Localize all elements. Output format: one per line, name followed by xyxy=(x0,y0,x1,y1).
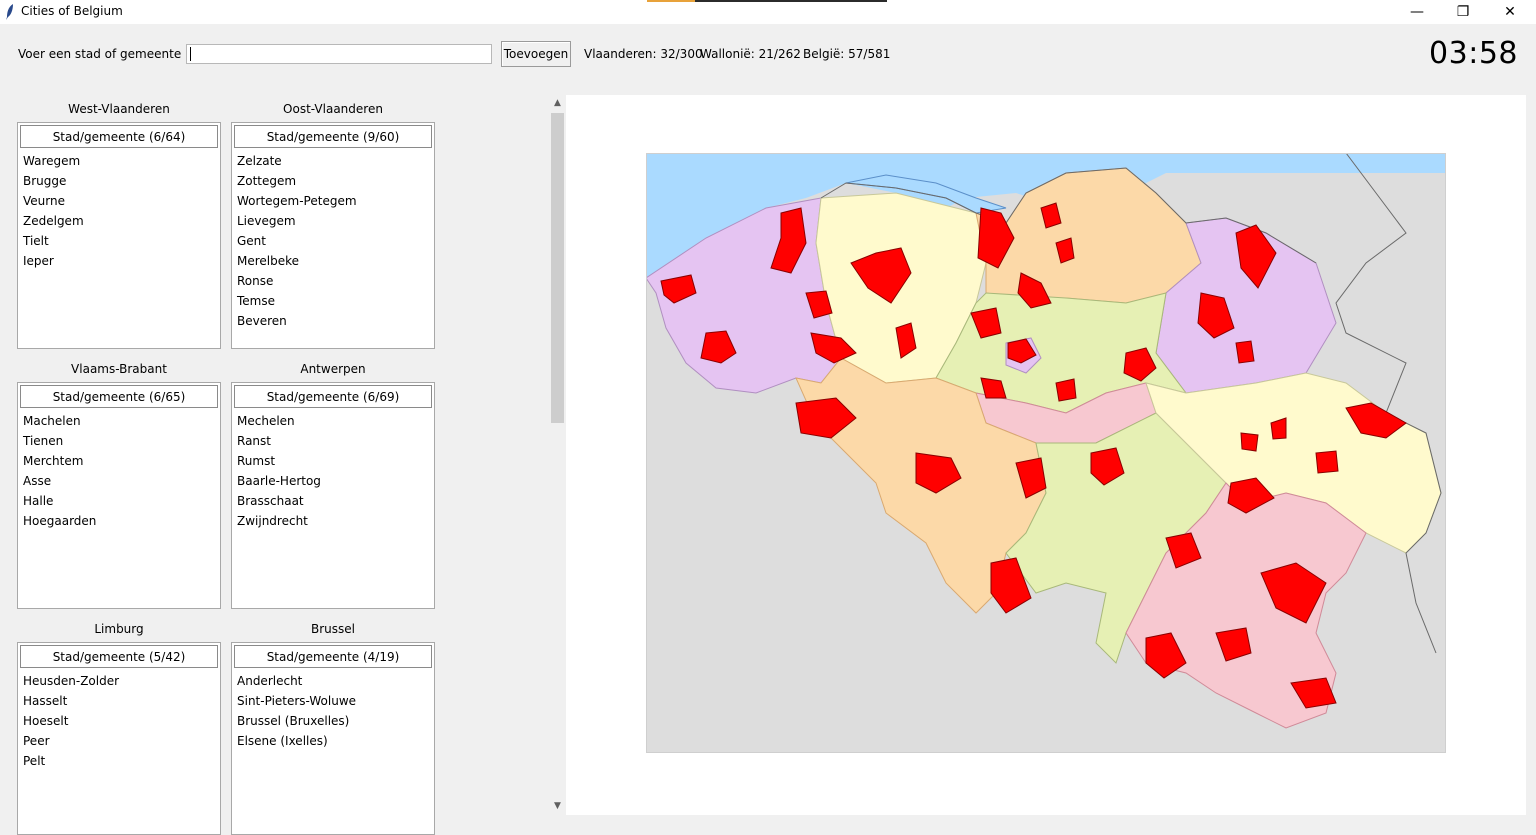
list-item[interactable]: Rumst xyxy=(237,451,321,471)
map-panel xyxy=(566,95,1526,815)
window-titlebar: Cities of Belgium — ❐ ✕ xyxy=(0,0,1536,24)
column-header-oost-vlaanderen[interactable]: Stad/gemeente (9/60) xyxy=(234,125,432,148)
list-item[interactable]: Waregem xyxy=(23,151,84,171)
belgium-map xyxy=(646,153,1446,753)
column-header-vlaams-brabant[interactable]: Stad/gemeente (6/65) xyxy=(20,385,218,408)
stat-belgium: België: 57/581 xyxy=(803,47,891,61)
province-title-limburg: Limburg xyxy=(94,622,144,636)
province-title-west-vlaanderen: West-Vlaanderen xyxy=(68,102,170,116)
list-item[interactable]: Merelbeke xyxy=(237,251,357,271)
list-item[interactable]: Lievegem xyxy=(237,211,357,231)
scroll-down-icon[interactable]: ▼ xyxy=(549,798,566,815)
list-item[interactable]: Hasselt xyxy=(23,691,119,711)
list-item[interactable]: Peer xyxy=(23,731,119,751)
window-title: Cities of Belgium xyxy=(21,4,123,18)
list-item[interactable]: Mechelen xyxy=(237,411,321,431)
list-item[interactable]: Temse xyxy=(237,291,357,311)
list-item[interactable]: Ronse xyxy=(237,271,357,291)
found-city-region xyxy=(1235,340,1255,364)
column-header-antwerpen[interactable]: Stad/gemeente (6/69) xyxy=(234,385,432,408)
province-title-antwerpen: Antwerpen xyxy=(300,362,366,376)
column-header-brussel[interactable]: Stad/gemeente (4/19) xyxy=(234,645,432,668)
province-title-oost-vlaanderen: Oost-Vlaanderen xyxy=(283,102,383,116)
found-city-region xyxy=(1240,432,1259,452)
city-input-label: Voer een stad of gemeente in: xyxy=(18,47,201,61)
city-items: Machelen Tienen Merchtem Asse Halle Hoegaarde… xyxy=(23,411,96,531)
list-item[interactable]: Asse xyxy=(23,471,96,491)
city-list-vlaams-brabant[interactable]: Stad/gemeente (6/65) Machelen Tienen Mercht… xyxy=(17,382,221,609)
restore-button[interactable]: ❐ xyxy=(1440,0,1486,24)
close-icon: ✕ xyxy=(1504,4,1516,20)
list-item[interactable]: Machelen xyxy=(23,411,96,431)
list-item[interactable]: Wortegem-Petegem xyxy=(237,191,357,211)
list-item[interactable]: Zwijndrecht xyxy=(237,511,321,531)
column-header-west-vlaanderen[interactable]: Stad/gemeente (6/64) xyxy=(20,125,218,148)
column-header-limburg[interactable]: Stad/gemeente (5/42) xyxy=(20,645,218,668)
province-title-brussel: Brussel xyxy=(311,622,355,636)
list-item[interactable]: Sint-Pieters-Woluwe xyxy=(237,691,356,711)
list-item[interactable]: Beveren xyxy=(237,311,357,331)
list-item[interactable]: Anderlecht xyxy=(237,671,356,691)
city-list-antwerpen[interactable]: Stad/gemeente (6/69) Mechelen Ranst Rumst Ba… xyxy=(231,382,435,609)
found-city-region xyxy=(1315,450,1339,474)
city-list-brussel[interactable]: Stad/gemeente (4/19) Anderlecht Sint-Piete… xyxy=(231,642,435,835)
list-item[interactable]: Merchtem xyxy=(23,451,96,471)
list-item[interactable]: Veurne xyxy=(23,191,84,211)
list-item[interactable]: Pelt xyxy=(23,751,119,771)
list-item[interactable]: Gent xyxy=(237,231,357,251)
city-list-west-vlaanderen[interactable]: Stad/gemeente (6/64) Waregem Brugge Veurne Z… xyxy=(17,122,221,349)
list-item[interactable]: Hoegaarden xyxy=(23,511,96,531)
list-item[interactable]: Ranst xyxy=(237,431,321,451)
city-list-limburg[interactable]: Stad/gemeente (5/42) Heusden-Zolder Hassel… xyxy=(17,642,221,835)
list-item[interactable]: Baarle-Hertog xyxy=(237,471,321,491)
list-item[interactable]: Heusden-Zolder xyxy=(23,671,119,691)
list-item[interactable]: Tienen xyxy=(23,431,96,451)
city-items: Waregem Brugge Veurne Zedelgem Tielt Ieper xyxy=(23,151,84,271)
list-item[interactable]: Halle xyxy=(23,491,96,511)
feather-icon xyxy=(6,4,13,20)
text-caret xyxy=(190,47,191,61)
province-title-vlaams-brabant: Vlaams-Brabant xyxy=(71,362,167,376)
list-item[interactable]: Ieper xyxy=(23,251,84,271)
city-items: Zelzate Zottegem Wortegem-Petegem Lievegem G… xyxy=(237,151,357,331)
list-item[interactable]: Zottegem xyxy=(237,171,357,191)
list-item[interactable]: Elsene (Ixelles) xyxy=(237,731,356,751)
found-city-region xyxy=(1055,378,1077,402)
restore-icon: ❐ xyxy=(1456,4,1470,20)
vertical-scrollbar[interactable]: ▲ ▼ xyxy=(549,95,566,815)
city-items: Mechelen Ranst Rumst Baarle-Hertog Brasschaa… xyxy=(237,411,321,531)
add-button[interactable]: Toevoegen xyxy=(501,41,571,67)
minimize-button[interactable]: — xyxy=(1394,0,1440,24)
list-item[interactable]: Brasschaat xyxy=(237,491,321,511)
scroll-up-icon[interactable]: ▲ xyxy=(549,95,566,112)
city-items: Anderlecht Sint-Pieters-Woluwe Brussel (Br… xyxy=(237,671,356,751)
stat-flanders: Vlaanderen: 32/300 xyxy=(584,47,703,61)
list-item[interactable]: Zelzate xyxy=(237,151,357,171)
list-item[interactable]: Brugge xyxy=(23,171,84,191)
city-items: Heusden-Zolder Hasselt Hoeselt Peer Pelt xyxy=(23,671,119,771)
titlebar-accent-highlight xyxy=(647,0,695,2)
city-input[interactable] xyxy=(186,44,492,64)
list-item[interactable]: Tielt xyxy=(23,231,84,251)
minimize-icon: — xyxy=(1410,4,1424,20)
close-button[interactable]: ✕ xyxy=(1487,0,1533,24)
scrollbar-thumb[interactable] xyxy=(551,113,564,423)
city-list-oost-vlaanderen[interactable]: Stad/gemeente (9/60) Zelzate Zottegem Worte… xyxy=(231,122,435,349)
stat-wallonia: Wallonië: 21/262 xyxy=(700,47,801,61)
list-item[interactable]: Zedelgem xyxy=(23,211,84,231)
list-item[interactable]: Brussel (Bruxelles) xyxy=(237,711,356,731)
countdown-timer: 03:58 xyxy=(1429,36,1518,71)
list-item[interactable]: Hoeselt xyxy=(23,711,119,731)
